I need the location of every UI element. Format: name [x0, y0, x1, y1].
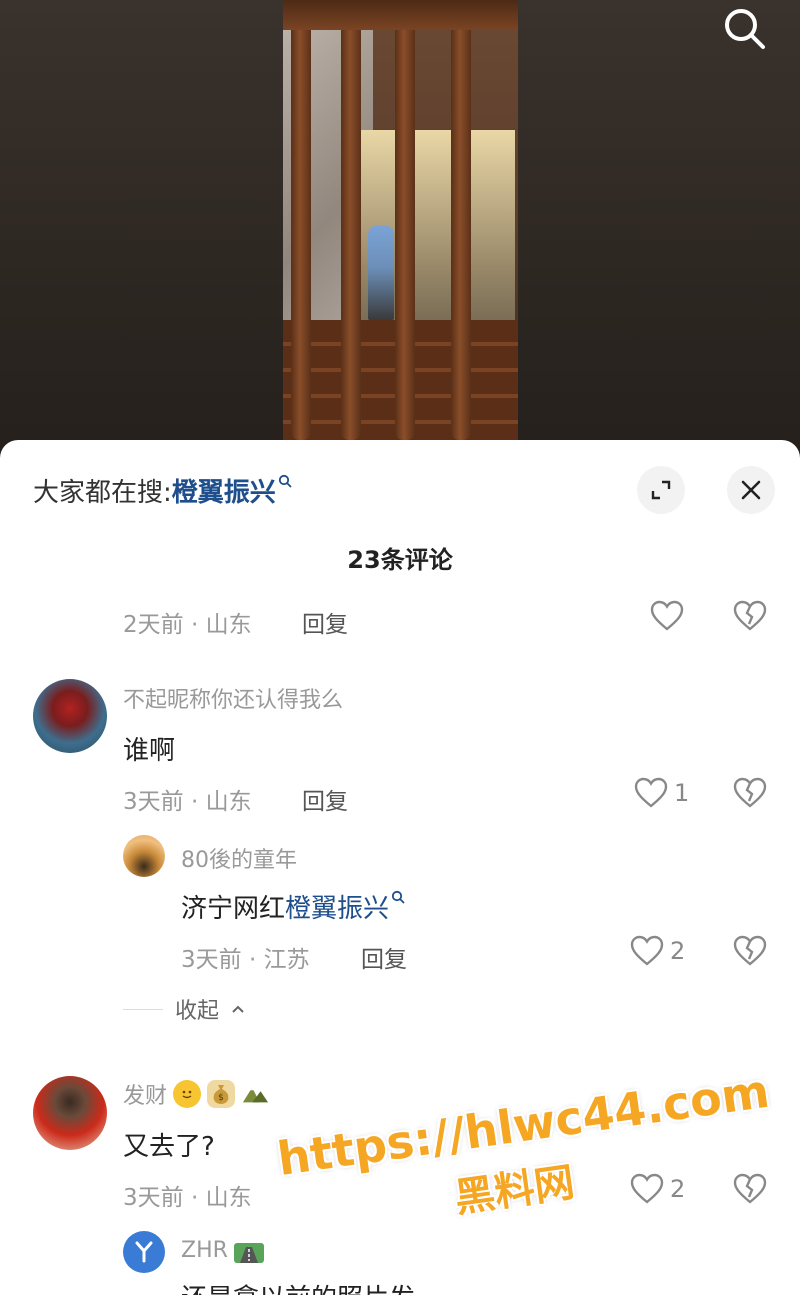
comment-text: 又去了? [123, 1132, 215, 1162]
close-icon [741, 480, 761, 500]
video-player[interactable] [0, 0, 800, 460]
reply-text: 还是拿以前的照片发 [181, 1278, 415, 1295]
comment-meta: 3天前 · 山东 [123, 789, 252, 815]
like-button[interactable] [650, 600, 684, 632]
expand-button[interactable] [637, 466, 685, 514]
broken-heart-icon [733, 600, 767, 631]
video-person [368, 225, 394, 320]
avatar[interactable] [123, 835, 165, 877]
search-button[interactable] [718, 2, 770, 54]
chevron-up-icon [232, 1005, 244, 1013]
comment-username[interactable]: 发财 $ [123, 1078, 269, 1110]
smile-emoji-icon [173, 1080, 202, 1108]
comment-username-text: 发财 [123, 1084, 168, 1109]
comment-meta: 3天前 · 山东 [123, 1185, 252, 1211]
expand-icon [651, 480, 671, 500]
avatar[interactable] [123, 1231, 165, 1273]
video-baluster [451, 20, 471, 440]
video-baluster [341, 20, 361, 440]
broken-heart-icon [733, 935, 767, 966]
comment-meta: 2天前 · 山东 [123, 612, 252, 638]
close-button[interactable] [727, 466, 775, 514]
video-frame [283, 0, 518, 440]
broken-heart-icon [733, 777, 767, 808]
highway-icon [233, 1242, 264, 1263]
comment-username[interactable]: 不起昵称你还认得我么 [123, 682, 343, 714]
search-icon [278, 473, 292, 492]
reply-text: 济宁网红 橙翼振兴 [181, 888, 405, 925]
heart-icon [650, 600, 684, 631]
reply-button[interactable]: 回复 [361, 940, 407, 974]
collapse-replies-button[interactable]: 收起 [123, 993, 245, 1025]
like-count: 2 [670, 937, 686, 965]
video-handrail [283, 0, 518, 30]
avatar[interactable] [33, 679, 107, 753]
reply-meta: 3天前 · 江苏 [181, 947, 310, 973]
reply-button[interactable]: 回复 [302, 605, 348, 639]
heart-icon [634, 777, 668, 808]
hot-search-bar: 大家都在搜: 橙翼振兴 [33, 472, 292, 509]
avatar[interactable] [33, 1076, 107, 1150]
search-icon [391, 890, 405, 904]
like-count: 1 [674, 779, 690, 807]
mountain-icon [241, 1080, 269, 1108]
dislike-button[interactable] [733, 777, 767, 813]
heart-icon [630, 935, 664, 966]
video-baluster [395, 20, 415, 440]
video-baluster [291, 20, 311, 440]
reply-button[interactable]: 回复 [302, 782, 348, 816]
search-icon [725, 9, 765, 49]
reply-search-link[interactable]: 橙翼振兴 [285, 888, 389, 925]
hot-search-keyword[interactable]: 橙翼振兴 [172, 472, 276, 509]
dislike-button[interactable] [733, 600, 767, 636]
money-bag-icon: $ [207, 1080, 236, 1108]
dislike-button[interactable] [733, 935, 767, 971]
reply-text-prefix: 济宁网红 [181, 894, 286, 924]
divider [123, 1008, 163, 1010]
like-button[interactable]: 2 [630, 935, 685, 967]
like-button[interactable]: 1 [634, 777, 689, 809]
collapse-label: 收起 [175, 999, 220, 1024]
comment-count: 23条评论 [347, 546, 453, 574]
hot-search-prefix: 大家都在搜: [33, 478, 172, 508]
svg-text:$: $ [218, 1093, 224, 1103]
reply-username[interactable]: ZHR [181, 1238, 264, 1263]
reply-username-text: ZHR [181, 1238, 228, 1263]
reply-username[interactable]: 80後的童年 [181, 842, 297, 874]
comment-text: 谁啊 [123, 736, 176, 766]
